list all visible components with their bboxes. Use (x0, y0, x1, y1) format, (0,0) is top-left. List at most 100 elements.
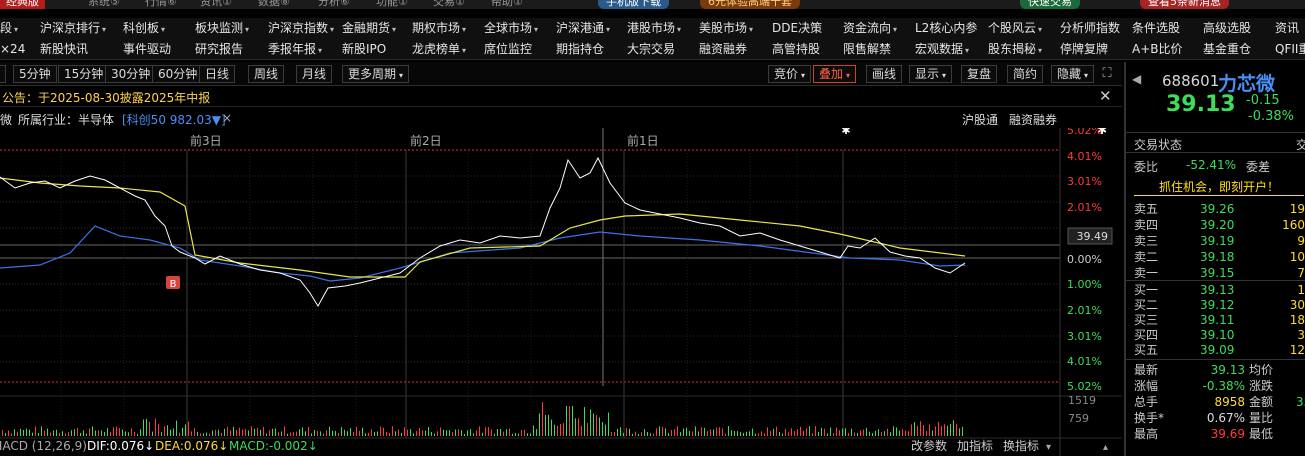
volume-bar (248, 430, 249, 436)
menu-item[interactable]: 板块监测 ▾ (195, 18, 249, 39)
ask-row[interactable]: 卖四 39.20 160 (1126, 217, 1305, 233)
period-5min[interactable]: 5分钟 (13, 65, 57, 83)
volume-bar (389, 432, 390, 436)
chart-canvas[interactable]: 前3日 前2日 前1日 ✱ ✱ B 5.02%4.01%3.01%2.01%1.… (0, 128, 1122, 456)
menu-item[interactable]: 融资融券 (699, 39, 747, 60)
volume-bar (779, 432, 780, 436)
menu-item[interactable]: DDE决策 (772, 18, 822, 39)
brand-label[interactable]: 经典版 (0, 0, 45, 9)
menu-item[interactable]: 沪深京指数 ▾ (268, 18, 334, 39)
announcement-text[interactable]: 公告：于2025-08-30披露2025年中报 (2, 89, 210, 106)
menu-item[interactable]: 事件驱动 (123, 39, 171, 60)
menu-item[interactable]: 资讯 (1275, 18, 1299, 39)
industry-label[interactable]: 所属行业：半导体 (18, 111, 114, 128)
menu-item[interactable]: 基金重仓 (1203, 39, 1251, 60)
intraday-chart[interactable]: 前3日 前2日 前1日 ✱ ✱ B 5.02%4.01%3.01%2.01%1.… (0, 128, 1122, 456)
more-periods-dropdown[interactable]: 更多周期 ▾ (342, 65, 410, 83)
menu-item[interactable]: 科创板 ▾ (123, 18, 165, 39)
menu-item[interactable]: L2核心内参 (915, 18, 977, 39)
volume-bar (278, 432, 279, 436)
top-menu-data[interactable]: 数据⑧ (258, 0, 290, 9)
close-icon[interactable]: ✕ (1099, 87, 1112, 105)
top-menu-function[interactable]: 功能① (376, 0, 408, 9)
menu-item[interactable]: 金融期货 ▾ (342, 18, 396, 39)
volume-bar (773, 428, 774, 436)
back-icon[interactable]: ◀ (1132, 72, 1141, 86)
top-menu-news[interactable]: 资讯① (200, 0, 232, 9)
simple-button[interactable]: 简约 (1007, 65, 1044, 83)
replay-button[interactable]: 复盘 (961, 65, 998, 83)
display-button[interactable]: 显示 ▾ (909, 65, 953, 83)
menu-item[interactable]: 大宗交易 (627, 39, 675, 60)
menu-item[interactable]: 段 ▾ (0, 18, 18, 39)
menu-item[interactable]: 美股市场 ▾ (699, 18, 753, 39)
menu-item[interactable]: A+B比价 (1132, 39, 1183, 60)
menu-item[interactable]: ×24 (0, 39, 25, 60)
menu-item[interactable]: 新股快讯 (40, 39, 88, 60)
volume-bar (38, 433, 39, 436)
menu-item[interactable]: 宏观数据 ▾ (915, 39, 969, 60)
period-15min[interactable]: 15分钟 (58, 65, 110, 83)
period-partial-button[interactable] (0, 65, 6, 83)
bid-row[interactable]: 买五 39.09 12 (1126, 342, 1305, 358)
messages-button[interactable]: 查看5条新消息 (1140, 0, 1229, 9)
menu-item[interactable]: 新股IPO (342, 39, 386, 60)
menu-item[interactable]: 全球市场 ▾ (484, 18, 538, 39)
menu-item[interactable]: 高管持股 (772, 39, 820, 60)
menu-item[interactable]: 期权市场 ▾ (412, 18, 466, 39)
menu-item[interactable]: 高级选股 (1203, 18, 1251, 39)
draw-line-button[interactable]: 画线 (866, 65, 903, 83)
bid-row[interactable]: 买一 39.13 1 (1126, 282, 1305, 298)
period-month[interactable]: 月线 (296, 65, 333, 83)
index-tag[interactable]: [科创50 982.03▼] (122, 111, 226, 128)
menu-item[interactable]: 席位监控 (484, 39, 532, 60)
menu-item[interactable]: 个股风云 ▾ (988, 18, 1042, 39)
top-menu-analysis[interactable]: 分析⑥ (318, 0, 350, 9)
top-menu-trade[interactable]: 交易① (433, 0, 465, 9)
menu-item[interactable]: QFII重仓 (1275, 39, 1305, 60)
quick-trade-button[interactable]: 快速交易 (1020, 0, 1080, 9)
menu-item[interactable]: 条件选股 (1132, 18, 1180, 39)
menu-item[interactable]: 股东揭秘 ▾ (988, 39, 1042, 60)
index-tag-close-icon[interactable]: × (222, 111, 232, 125)
period-60min[interactable]: 60分钟 (152, 65, 204, 83)
ask-row[interactable]: 卖五 39.26 19 (1126, 201, 1305, 217)
promo-button[interactable]: 6元体验高端十套 (700, 0, 800, 9)
menu-item[interactable]: 期指持仓 (556, 39, 604, 60)
auction-button[interactable]: 竞价 ▾ (768, 65, 812, 83)
menu-item[interactable]: 研究报告 (195, 39, 243, 60)
open-account-banner[interactable]: 抓住机会，即刻开户！ (1134, 178, 1304, 196)
menu-item[interactable]: 季报年报 ▾ (268, 39, 322, 60)
bid-row[interactable]: 买四 39.10 3 (1126, 327, 1305, 343)
period-30min[interactable]: 30分钟 (105, 65, 157, 83)
volume-bar (356, 426, 357, 436)
top-menu-system[interactable]: 系统⑤ (88, 0, 120, 9)
bid-row[interactable]: 买三 39.11 18 (1126, 312, 1305, 328)
volume-bar (797, 429, 798, 436)
menu-item[interactable]: 沪深京排行 ▾ (40, 18, 106, 39)
stat-row: 总手 8958 金额 35 (1126, 395, 1305, 410)
menu-item[interactable]: 港股市场 ▾ (627, 18, 681, 39)
ask-row[interactable]: 卖二 39.18 10 (1126, 249, 1305, 265)
top-menu-quotes[interactable]: 行情⑥ (145, 0, 177, 9)
period-day[interactable]: 日线 (199, 65, 236, 83)
overlay-button[interactable]: 叠加 ▾ (813, 65, 857, 83)
bid-row[interactable]: 买二 39.12 30 (1126, 297, 1305, 313)
menu-item[interactable]: 资金流向 ▾ (843, 18, 897, 39)
hide-button[interactable]: 隐藏 ▾ (1051, 65, 1095, 83)
ask-row[interactable]: 卖三 39.19 9 (1126, 233, 1305, 249)
chart-toolbar: 5分钟 15分钟 30分钟 60分钟 日线 周线 月线 更多周期 ▾ 竞价 ▾ 叠加… (0, 62, 1122, 86)
menu-item[interactable]: 停牌复牌 (1060, 39, 1108, 60)
top-menu-help[interactable]: 帮助① (491, 0, 523, 9)
tag-shhk-connect[interactable]: 沪股通 (962, 111, 998, 128)
ask-row[interactable]: 卖一 39.15 7 (1126, 265, 1305, 281)
menu-item[interactable]: 龙虎榜单 ▾ (412, 39, 466, 60)
menu-item[interactable]: 分析师指数 (1060, 18, 1120, 39)
menu-item[interactable]: 限售解禁 (843, 39, 891, 60)
menu-item[interactable]: 沪深港通 ▾ (556, 18, 610, 39)
mobile-download-button[interactable]: 手机版下载 (598, 0, 669, 9)
period-week[interactable]: 周线 (248, 65, 285, 83)
tag-margin[interactable]: 融资融券 (1009, 111, 1057, 128)
fullscreen-icon[interactable]: ⛶ (1099, 65, 1115, 83)
volume-bar (467, 430, 468, 436)
